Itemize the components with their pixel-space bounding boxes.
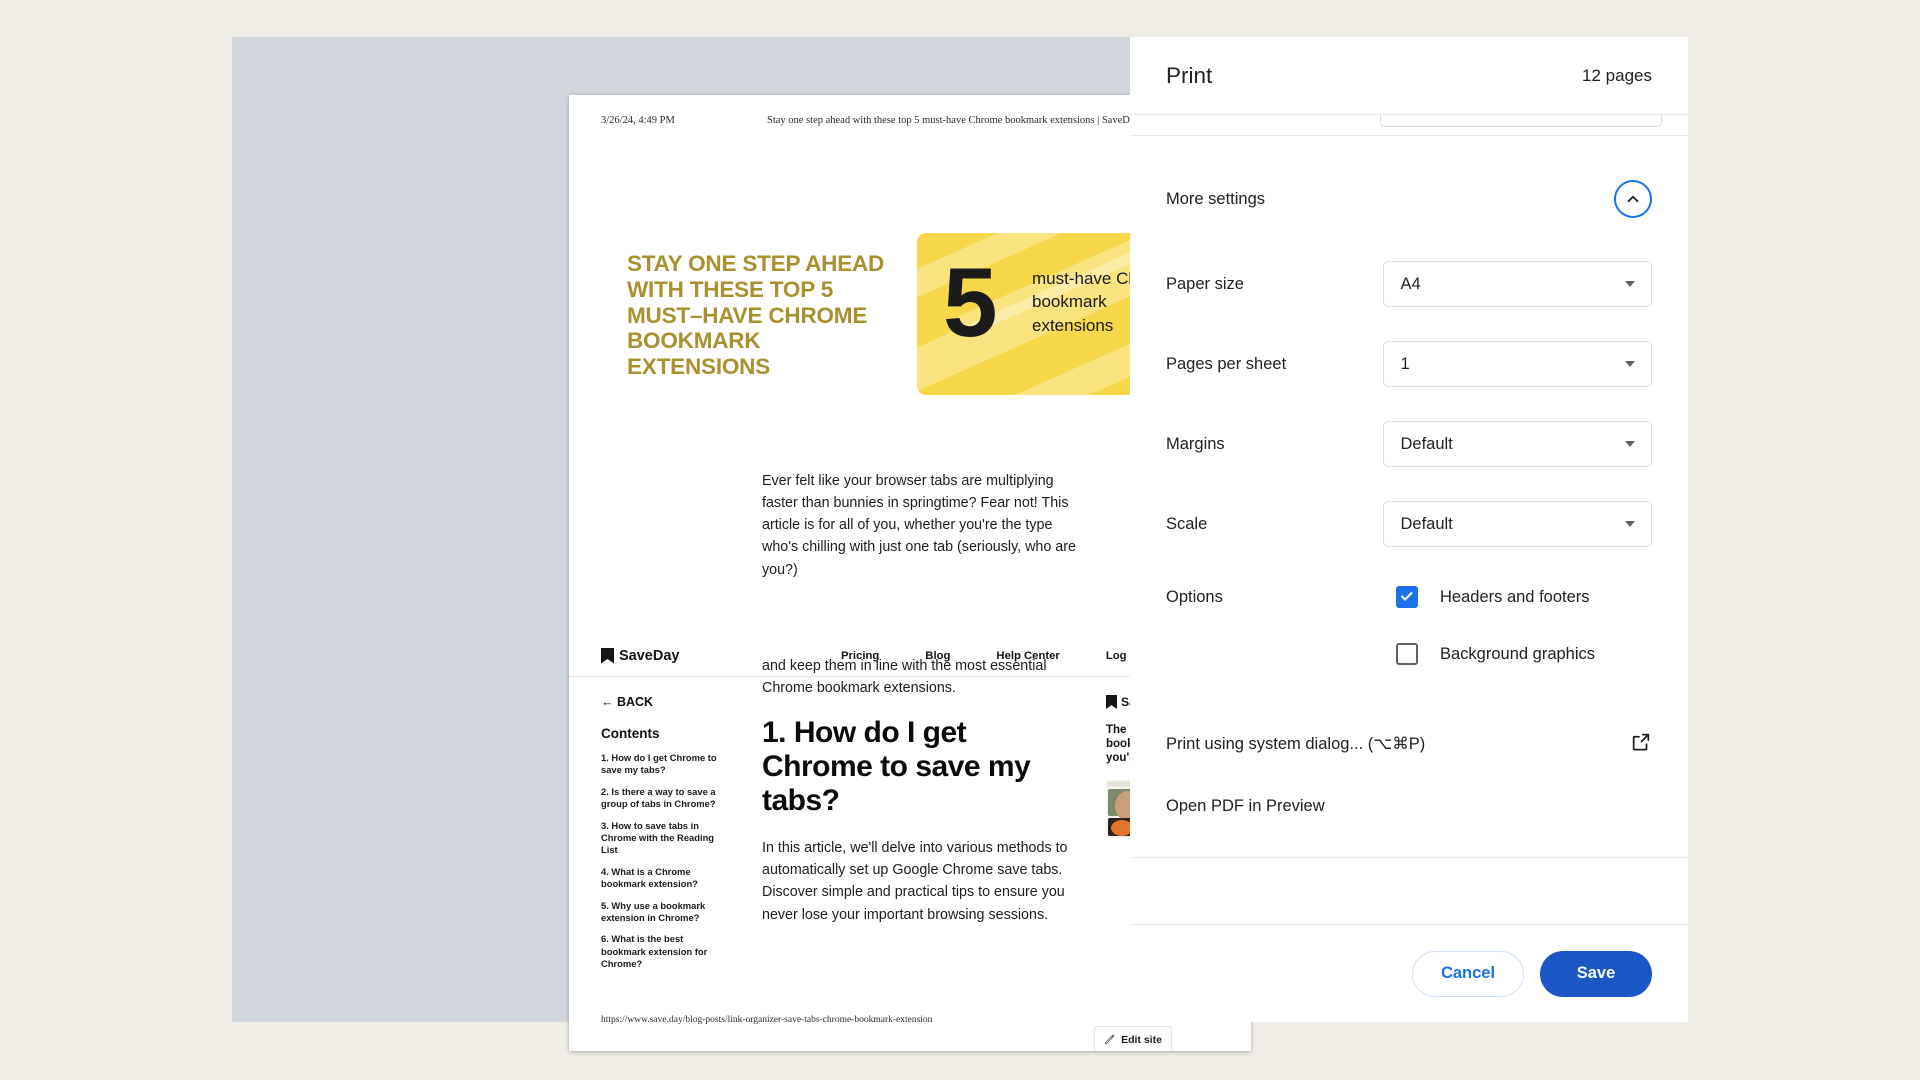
page-count-label: 12 pages [1582, 65, 1652, 85]
article-continued-text: and keep them in line with the most esse… [762, 658, 1047, 697]
open-pdf-in-preview-row[interactable]: Open PDF in Preview [1130, 777, 1688, 835]
page-footer-url: https://www.save.day/blog-posts/link-org… [601, 1015, 933, 1025]
page-header-title: Stay one step ahead with these top 5 mus… [767, 115, 1140, 126]
scale-select[interactable]: Default [1383, 501, 1652, 547]
screen: 3/26/24, 4:49 PM Stay one step ahead wit… [0, 0, 1920, 1080]
print-dialog-title: Print [1166, 62, 1213, 88]
scale-value: Default [1400, 514, 1453, 533]
print-dialog-footer: Cancel Save [1130, 924, 1688, 1022]
site-logo-text: SaveDay [619, 647, 680, 664]
external-link-glyph [1632, 733, 1650, 750]
paper-size-value: A4 [1400, 274, 1421, 293]
toc-item[interactable]: 4. What is a Chrome bookmark extension? [601, 866, 723, 891]
pages-per-sheet-label: Pages per sheet [1166, 354, 1287, 373]
site-logo[interactable]: SaveDay [601, 647, 680, 664]
divider [1130, 135, 1688, 136]
print-using-system-dialog-label: Print using system dialog... (⌥⌘P) [1166, 735, 1426, 753]
pages-per-sheet-value: 1 [1400, 354, 1410, 373]
more-settings-row[interactable]: More settings [1130, 171, 1688, 227]
print-using-system-dialog-row[interactable]: Print using system dialog... (⌥⌘P) [1130, 715, 1688, 773]
edit-site-label: Edit site [1121, 1033, 1162, 1046]
chevron-down-icon [1625, 521, 1635, 527]
open-pdf-in-preview-label: Open PDF in Preview [1166, 796, 1325, 815]
back-link[interactable]: ← BACK [601, 695, 723, 709]
article-body: In this article, we'll delve into variou… [762, 840, 1068, 923]
print-dialog-header: Print 12 pages [1130, 37, 1688, 115]
options-label: Options [1166, 587, 1223, 606]
scale-label: Scale [1166, 514, 1208, 533]
save-button[interactable]: Save [1540, 950, 1652, 997]
setting-row-scale: Scale Default [1130, 501, 1688, 547]
setting-row-pages-per-sheet: Pages per sheet 1 [1130, 341, 1688, 387]
chevron-down-icon [1625, 281, 1635, 287]
pencil-icon [1105, 1034, 1115, 1045]
toc-item[interactable]: 3. How to save tabs in Chrome with the R… [601, 820, 723, 857]
divider [1130, 857, 1688, 858]
cancel-button[interactable]: Cancel [1412, 950, 1524, 997]
print-settings-scroll-region[interactable]: More settings Paper size A4 Pages per sh… [1130, 115, 1688, 924]
bookmark-icon [1106, 695, 1117, 709]
margins-value: Default [1400, 434, 1453, 453]
check-icon [1400, 588, 1413, 601]
hero-headline: STAY ONE STEP AHEAD WITH THESE TOP 5 MUS… [627, 251, 885, 379]
toc-item[interactable]: 5. Why use a bookmark extension in Chrom… [601, 900, 723, 925]
hero-card-number: 5 [943, 247, 998, 357]
article-sidebar: ← BACK Contents 1. How do I get Chrome t… [601, 695, 723, 980]
edit-site-button[interactable]: Edit site [1094, 1026, 1172, 1051]
toc-item[interactable]: 1. How do I get Chrome to save my tabs? [601, 752, 723, 777]
paper-size-label: Paper size [1166, 274, 1244, 293]
scrolled-off-select[interactable] [1380, 115, 1662, 127]
print-preview-area: 3/26/24, 4:49 PM Stay one step ahead wit… [232, 37, 1251, 1051]
article-heading: 1. How do I get Chrome to save my tabs? [762, 716, 1031, 817]
contents-title: Contents [601, 726, 660, 741]
bookmark-icon [601, 647, 614, 664]
chevron-up-icon[interactable] [1614, 180, 1652, 218]
chevron-down-icon [1625, 361, 1635, 367]
print-dialog: Print 12 pages More settings Paper size … [1130, 37, 1688, 1022]
toc-item[interactable]: 6. What is the best bookmark extension f… [601, 933, 723, 970]
chevron-up-glyph [1627, 195, 1639, 203]
pages-per-sheet-select[interactable]: 1 [1383, 341, 1652, 387]
background-graphics-checkbox[interactable] [1396, 643, 1418, 665]
setting-row-margins: Margins Default [1130, 421, 1688, 467]
background-graphics-label: Background graphics [1440, 644, 1596, 663]
headers-and-footers-checkbox[interactable] [1396, 586, 1418, 608]
article-main: and keep them in line with the most esse… [762, 655, 1082, 926]
external-link-icon[interactable] [1630, 731, 1652, 758]
chevron-down-icon [1625, 441, 1635, 447]
headers-and-footers-label: Headers and footers [1440, 587, 1590, 606]
paper-size-select[interactable]: A4 [1383, 261, 1652, 307]
setting-row-paper-size: Paper size A4 [1130, 261, 1688, 307]
more-settings-label: More settings [1166, 189, 1266, 208]
margins-select[interactable]: Default [1383, 421, 1652, 467]
option-row-background-graphics: Background graphics [1130, 634, 1688, 674]
margins-label: Margins [1166, 434, 1225, 453]
intro-paragraph: Ever felt like your browser tabs are mul… [762, 473, 1076, 578]
toc-item[interactable]: 2. Is there a way to save a group of tab… [601, 786, 723, 811]
option-row-headers-footers: Options Headers and footers [1130, 577, 1688, 617]
page-header-date: 3/26/24, 4:49 PM [601, 115, 675, 126]
